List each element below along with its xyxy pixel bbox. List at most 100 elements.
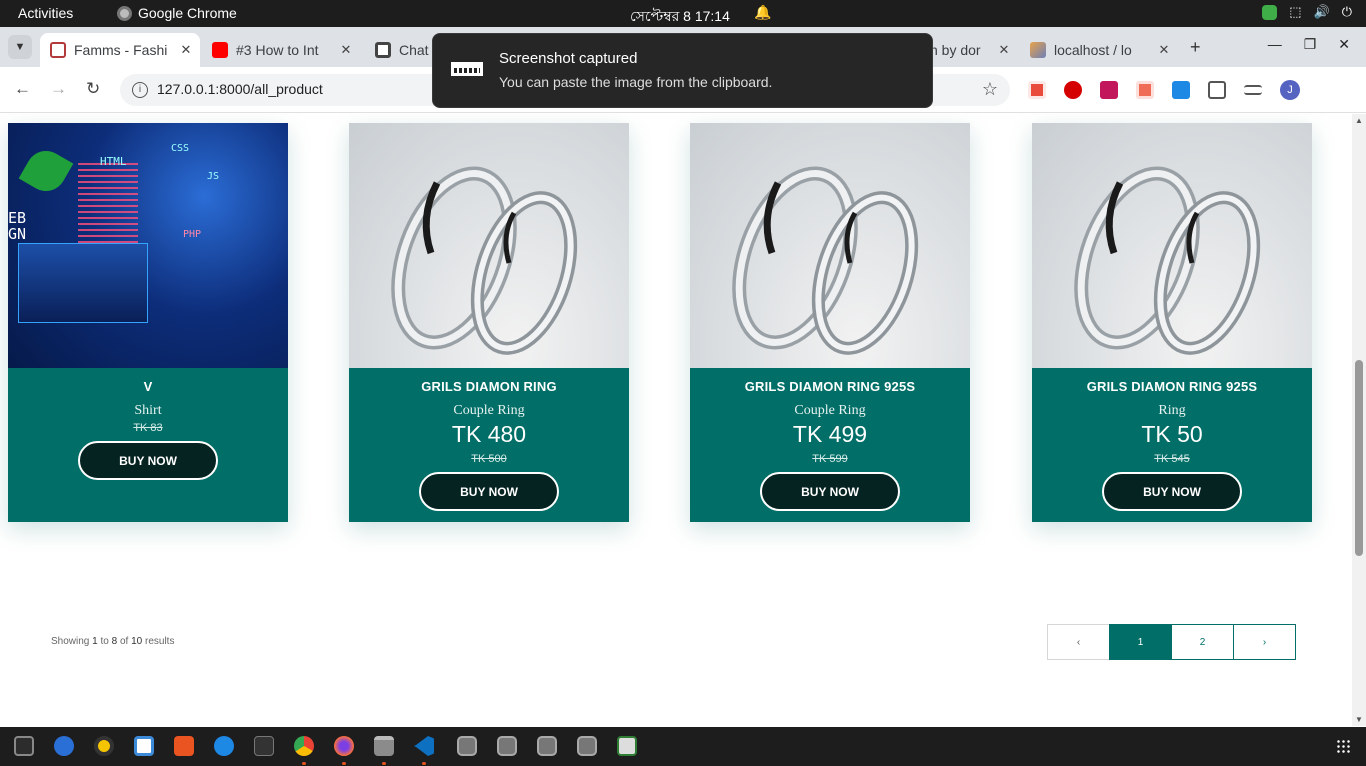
buy-now-button[interactable]: BUY NOW (760, 472, 900, 511)
system-top-bar: Activities Google Chrome সেপ্টেম্বর 8 17… (0, 0, 1366, 27)
bookmark-star-icon[interactable]: ☆ (982, 79, 998, 100)
buy-now-button[interactable]: BUY NOW (419, 472, 559, 511)
product-card: GRILS DIAMON RING 925S Ring TK 50 TK 545… (1032, 123, 1312, 522)
phpmyadmin-icon (1030, 42, 1046, 58)
disk-icon[interactable] (577, 736, 597, 756)
firefox-icon[interactable] (334, 736, 354, 756)
page-2-button[interactable]: 2 (1171, 624, 1234, 660)
php-label: PHP (183, 229, 202, 240)
network-icon[interactable]: ⬚ (1289, 4, 1301, 20)
product-name: GRILS DIAMON RING 925S (1086, 379, 1258, 394)
results-summary: Showing 1 to 8 of 10 results (51, 636, 174, 647)
chrome-icon (117, 5, 132, 21)
volume-icon[interactable]: 🔊 (1314, 4, 1330, 20)
product-old-price: TK 83 (133, 422, 163, 434)
tab-localhost[interactable]: localhost / lo ✕ (1020, 33, 1178, 67)
power-icon[interactable]: ⏻ (1342, 4, 1352, 20)
system-tray[interactable]: ⬚ 🔊 ⏻ (1262, 4, 1352, 20)
running-indicator (422, 762, 426, 765)
scrollbar-thumb[interactable] (1355, 360, 1363, 556)
web-development-image: HTML CSS JS PHP EB GN (8, 123, 288, 368)
extension-icon[interactable] (1028, 81, 1046, 99)
trash-icon[interactable] (617, 736, 637, 756)
activities-button[interactable]: Activities (18, 5, 73, 21)
tab-famms[interactable]: Famms - Fashi ✕ (40, 33, 200, 67)
puzzle-icon[interactable] (1208, 81, 1226, 99)
rings-illustration (391, 166, 578, 355)
minimize-icon[interactable]: — (1268, 36, 1282, 53)
extension-icon[interactable] (1064, 81, 1082, 99)
vscode-icon[interactable] (414, 736, 434, 756)
product-old-price: TK 599 (812, 453, 848, 465)
tab-title: #3 How to Int (236, 42, 319, 58)
extension-icon[interactable] (1172, 81, 1190, 99)
tab-youtube[interactable]: #3 How to Int ✕ (202, 33, 360, 67)
css-label: CSS (171, 143, 190, 154)
tab-chat[interactable]: Chat (365, 33, 435, 67)
next-page-button[interactable]: › (1233, 624, 1296, 660)
reload-icon[interactable]: ↻ (86, 79, 100, 99)
notification-title: Screenshot captured (499, 50, 638, 67)
bell-icon: 🔔 (754, 4, 772, 20)
close-icon[interactable]: ✕ (336, 42, 356, 58)
summary-total: 10 (131, 636, 143, 647)
url-text[interactable]: 127.0.0.1:8000/all_product (157, 81, 323, 97)
writer-icon[interactable] (134, 736, 154, 756)
site-info-icon[interactable]: i (132, 82, 148, 98)
buy-now-button[interactable]: BUY NOW (1102, 472, 1242, 511)
product-category: Couple Ring (794, 403, 866, 418)
rhythmbox-icon[interactable] (94, 736, 114, 756)
app-menu[interactable]: Google Chrome (117, 5, 237, 21)
system-monitor-icon[interactable] (14, 736, 34, 756)
scroll-down-icon[interactable]: ▼ (1355, 715, 1363, 724)
close-icon[interactable]: ✕ (176, 42, 196, 58)
software-center-icon[interactable] (174, 736, 194, 756)
disk-icon[interactable] (497, 736, 517, 756)
summary-of-word: of (119, 636, 129, 647)
running-indicator (342, 762, 346, 765)
summary-to-word: to (100, 636, 109, 647)
app-name: Google Chrome (138, 5, 237, 21)
files-icon[interactable] (374, 736, 394, 756)
disk-icon[interactable] (457, 736, 477, 756)
terminal-icon[interactable] (254, 736, 274, 756)
show-apps-icon[interactable] (1336, 739, 1350, 753)
clock[interactable]: সেপ্টেম্বর 8 17:14 (630, 5, 730, 29)
scroll-up-icon[interactable]: ▲ (1355, 116, 1363, 125)
update-icon[interactable] (1262, 4, 1278, 20)
product-price: TK 480 (451, 421, 527, 447)
maximize-icon[interactable]: ❐ (1304, 36, 1317, 53)
summary-to: 8 (111, 636, 118, 647)
silver-rings-image (1032, 123, 1312, 368)
new-tab-button[interactable]: + (1190, 37, 1201, 58)
extension-icon[interactable] (1100, 81, 1118, 99)
buy-now-button[interactable]: BUY NOW (78, 441, 218, 480)
chrome-icon[interactable] (294, 736, 314, 756)
code-decoration (78, 163, 138, 243)
extension-icon[interactable] (1136, 81, 1154, 99)
window-controls: — ❐ ✕ (1268, 36, 1350, 53)
thunderbird-icon[interactable] (54, 736, 74, 756)
media-control-icon[interactable] (1244, 85, 1262, 95)
help-icon[interactable] (214, 736, 234, 756)
disk-icon[interactable] (537, 736, 557, 756)
close-window-icon[interactable]: ✕ (1338, 36, 1350, 53)
screenshot-notification[interactable]: Screenshot captured You can paste the im… (432, 33, 933, 108)
silver-rings-image (349, 123, 629, 368)
forward-icon[interactable]: → (50, 79, 67, 99)
avatar[interactable]: J (1280, 80, 1300, 100)
page-scrollbar[interactable]: ▲ ▼ (1352, 114, 1366, 726)
product-category: Shirt (134, 403, 162, 418)
back-icon[interactable]: ← (14, 79, 31, 99)
tab-docs[interactable]: n by dor ✕ (928, 33, 1018, 67)
product-old-price: TK 500 (471, 453, 507, 465)
close-icon[interactable]: ✕ (994, 42, 1014, 58)
rings-illustration (1074, 166, 1261, 355)
product-name: V (143, 379, 153, 394)
tab-search-button[interactable]: ▼ (8, 35, 32, 59)
summary-prefix: Showing (51, 636, 90, 647)
close-icon[interactable]: ✕ (1154, 42, 1174, 58)
prev-page-button[interactable]: ‹ (1047, 624, 1110, 660)
silver-rings-image (690, 123, 970, 368)
page-1-button[interactable]: 1 (1109, 624, 1172, 660)
